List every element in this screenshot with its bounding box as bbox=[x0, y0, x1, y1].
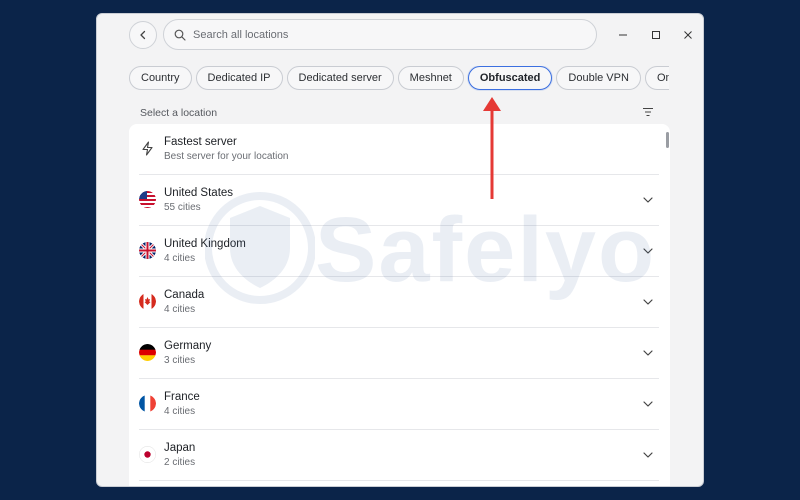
sort-icon bbox=[643, 107, 653, 117]
back-button[interactable] bbox=[129, 21, 157, 49]
country-cities: 4 cities bbox=[164, 253, 196, 264]
maximize-icon bbox=[652, 31, 660, 39]
section-label: Select a location bbox=[140, 107, 218, 119]
close-button[interactable] bbox=[678, 25, 698, 45]
chip-obfuscated[interactable]: Obfuscated bbox=[467, 66, 553, 90]
minimize-icon bbox=[619, 34, 627, 36]
de-flag-icon bbox=[139, 344, 156, 361]
country-row-united-states[interactable]: United States 55 cities bbox=[129, 175, 659, 226]
country-row-canada[interactable]: Canada 4 cities bbox=[129, 277, 659, 328]
search-input[interactable] bbox=[193, 28, 573, 41]
scrollbar-thumb[interactable] bbox=[666, 132, 669, 148]
us-flag-icon bbox=[139, 191, 156, 208]
country-row-united-kingdom[interactable]: United Kingdom 4 cities bbox=[129, 226, 659, 277]
bolt-icon bbox=[139, 140, 156, 157]
fr-flag-icon bbox=[139, 395, 156, 412]
country-cities: 4 cities bbox=[164, 304, 196, 315]
chip-dedicated-ip[interactable]: Dedicated IP bbox=[195, 66, 283, 90]
chevron-left-icon bbox=[140, 30, 146, 40]
chip-country[interactable]: Country bbox=[129, 66, 192, 90]
uk-flag-icon bbox=[139, 242, 156, 259]
chip-meshnet[interactable]: Meshnet bbox=[397, 66, 464, 90]
sort-button[interactable] bbox=[641, 105, 655, 119]
chevron-down-icon[interactable] bbox=[641, 397, 655, 411]
country-row-japan[interactable]: Japan 2 cities bbox=[129, 430, 659, 481]
chevron-down-icon[interactable] bbox=[641, 346, 655, 360]
country-name: United States bbox=[164, 187, 234, 199]
chip-onion[interactable]: Onion O bbox=[644, 66, 669, 90]
country-cities: 55 cities bbox=[164, 202, 201, 213]
divider bbox=[139, 480, 659, 481]
chip-dedicated-server[interactable]: Dedicated server bbox=[286, 66, 394, 90]
annotation-arrow-icon bbox=[483, 97, 501, 199]
search-bar[interactable] bbox=[163, 19, 597, 50]
maximize-button[interactable] bbox=[646, 25, 666, 45]
search-icon bbox=[174, 29, 186, 41]
chevron-down-icon[interactable] bbox=[641, 244, 655, 258]
minimize-button[interactable] bbox=[613, 25, 633, 45]
chevron-down-icon[interactable] bbox=[641, 448, 655, 462]
country-cities: 3 cities bbox=[164, 355, 196, 366]
country-row-france[interactable]: France 4 cities bbox=[129, 379, 659, 430]
location-list: Fastest server Best server for your loca… bbox=[129, 124, 670, 486]
jp-flag-icon bbox=[139, 446, 156, 463]
country-name: Germany bbox=[164, 340, 212, 352]
ca-flag-icon bbox=[139, 293, 156, 310]
country-name: Japan bbox=[164, 442, 196, 454]
fastest-server-title: Fastest server bbox=[164, 136, 237, 148]
chip-double-vpn[interactable]: Double VPN bbox=[556, 66, 641, 90]
fastest-server-row[interactable]: Fastest server Best server for your loca… bbox=[129, 124, 659, 175]
chevron-down-icon[interactable] bbox=[641, 193, 655, 207]
country-name: France bbox=[164, 391, 200, 403]
fastest-server-subtitle: Best server for your location bbox=[164, 151, 289, 162]
close-icon bbox=[684, 31, 692, 39]
top-bar bbox=[97, 14, 703, 60]
country-row-germany[interactable]: Germany 3 cities bbox=[129, 328, 659, 379]
filter-chips: Country Dedicated IP Dedicated server Meshn… bbox=[129, 66, 669, 92]
chevron-down-icon[interactable] bbox=[641, 295, 655, 309]
country-cities: 4 cities bbox=[164, 406, 196, 417]
country-name: United Kingdom bbox=[164, 238, 246, 250]
country-cities: 2 cities bbox=[164, 457, 196, 468]
app-window: CountryDedicated IPDedicated serverMeshn… bbox=[96, 13, 704, 487]
country-name: Canada bbox=[164, 289, 205, 301]
